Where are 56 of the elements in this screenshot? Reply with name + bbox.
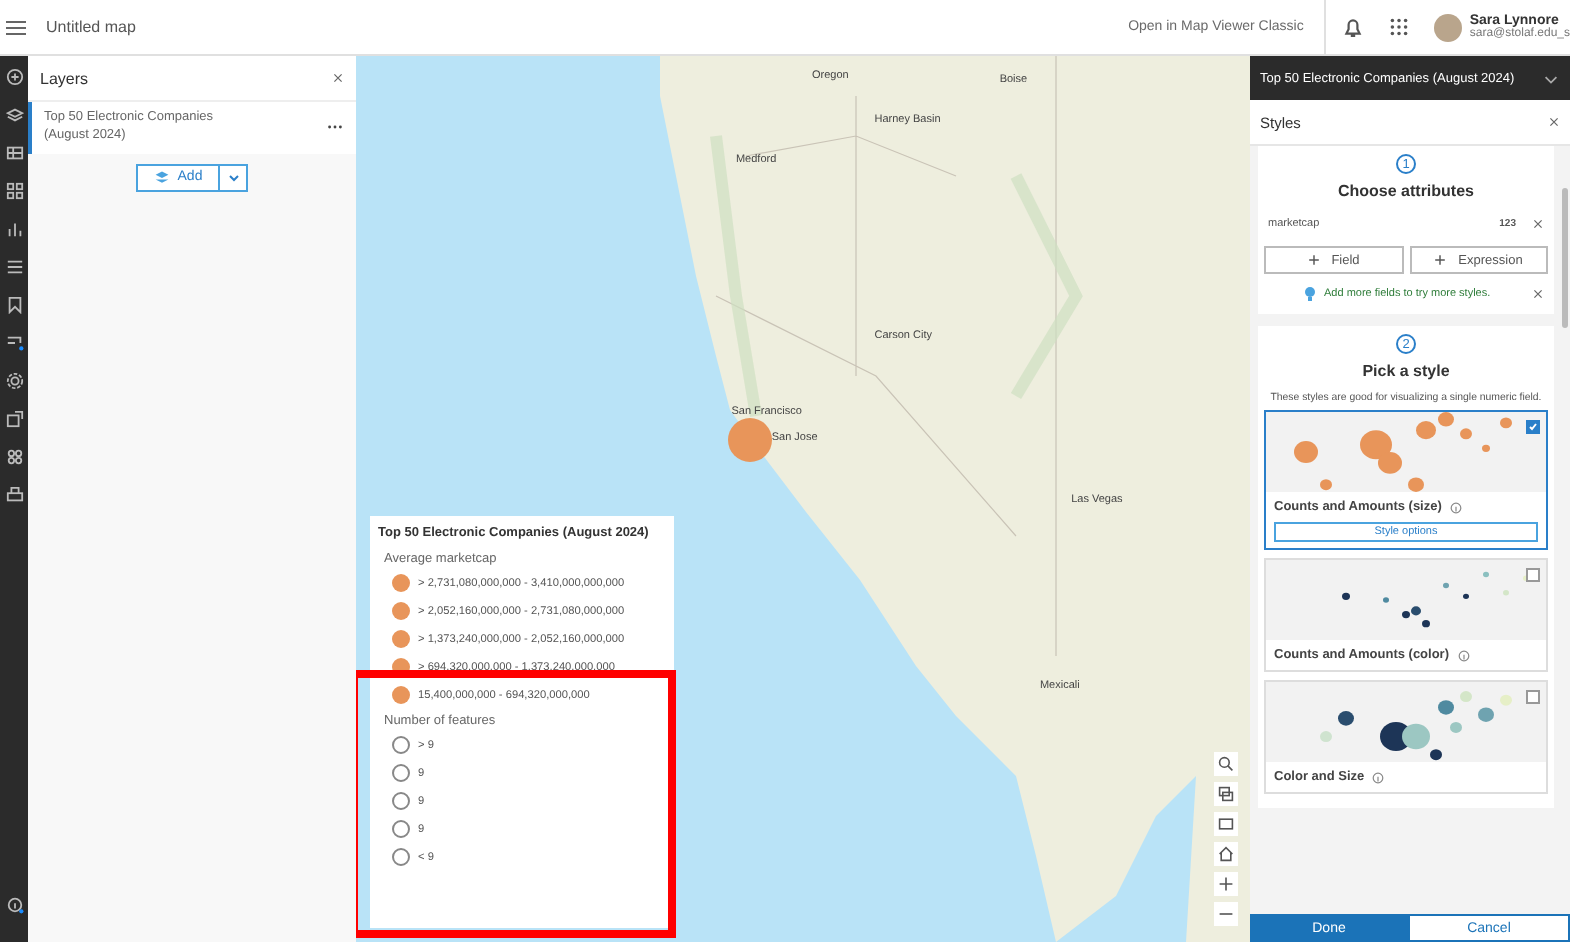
zoom-out-button[interactable] <box>1214 902 1238 926</box>
step-title: Choose attributes <box>1337 182 1474 200</box>
panel-title: Layers <box>40 69 91 87</box>
basemap-button[interactable] <box>1214 782 1238 806</box>
close-button[interactable] <box>1532 288 1544 300</box>
close-icon <box>1548 116 1560 128</box>
close-icon <box>1532 218 1544 230</box>
info-icon[interactable] <box>1372 771 1385 783</box>
close-icon <box>1532 288 1544 300</box>
close-button[interactable] <box>332 72 344 84</box>
apps-icon[interactable] <box>5 448 23 466</box>
search-button[interactable] <box>1214 752 1238 776</box>
close-button[interactable] <box>1548 116 1560 128</box>
outline-circle-symbol <box>392 792 410 810</box>
outline-circle-symbol <box>392 736 410 754</box>
outline-circle-symbol <box>392 848 410 866</box>
step-title: Pick a style <box>1362 362 1450 380</box>
checkbox[interactable] <box>1526 420 1540 434</box>
info-icon[interactable] <box>1449 501 1462 513</box>
gear-icon[interactable] <box>5 372 23 390</box>
table-icon[interactable] <box>5 144 23 162</box>
layers-icon <box>153 169 170 186</box>
layers-icon[interactable] <box>5 106 23 124</box>
info-icon[interactable] <box>5 896 23 914</box>
outline-circle-symbol <box>392 820 410 838</box>
list-icon[interactable] <box>5 258 23 276</box>
zoom-in-button[interactable] <box>1214 872 1238 896</box>
bar-chart-icon[interactable] <box>5 220 23 238</box>
print-icon[interactable] <box>5 486 23 504</box>
remove-button[interactable] <box>1532 218 1544 230</box>
screen-button[interactable] <box>1214 812 1238 836</box>
plus-icon <box>1434 253 1447 266</box>
bell-icon[interactable] <box>1341 16 1364 38</box>
lightbulb-icon <box>1304 286 1316 302</box>
map-title: Untitled map <box>46 18 136 36</box>
checkbox[interactable] <box>1526 690 1540 704</box>
bookmark-icon[interactable] <box>5 296 23 314</box>
properties-icon[interactable] <box>5 334 23 352</box>
home-icon <box>1218 846 1234 862</box>
info-icon[interactable] <box>1457 649 1470 661</box>
outline-circle-symbol <box>392 764 410 782</box>
dropdown-button[interactable] <box>220 163 249 192</box>
menu-icon[interactable] <box>6 19 26 35</box>
home-button[interactable] <box>1214 842 1238 866</box>
rectangle-icon <box>1218 816 1234 832</box>
share-icon[interactable] <box>5 410 23 428</box>
checkbox[interactable] <box>1526 568 1540 582</box>
app-launcher-icon[interactable] <box>1387 16 1410 38</box>
add-circle-icon[interactable] <box>5 68 23 86</box>
plus-icon <box>1307 253 1320 266</box>
plus-icon <box>1218 876 1234 892</box>
grid-icon[interactable] <box>5 182 23 200</box>
overlapping-squares-icon <box>1218 786 1234 802</box>
chevron-down-icon <box>227 173 240 182</box>
close-icon <box>332 72 344 84</box>
search-icon <box>1218 756 1234 772</box>
